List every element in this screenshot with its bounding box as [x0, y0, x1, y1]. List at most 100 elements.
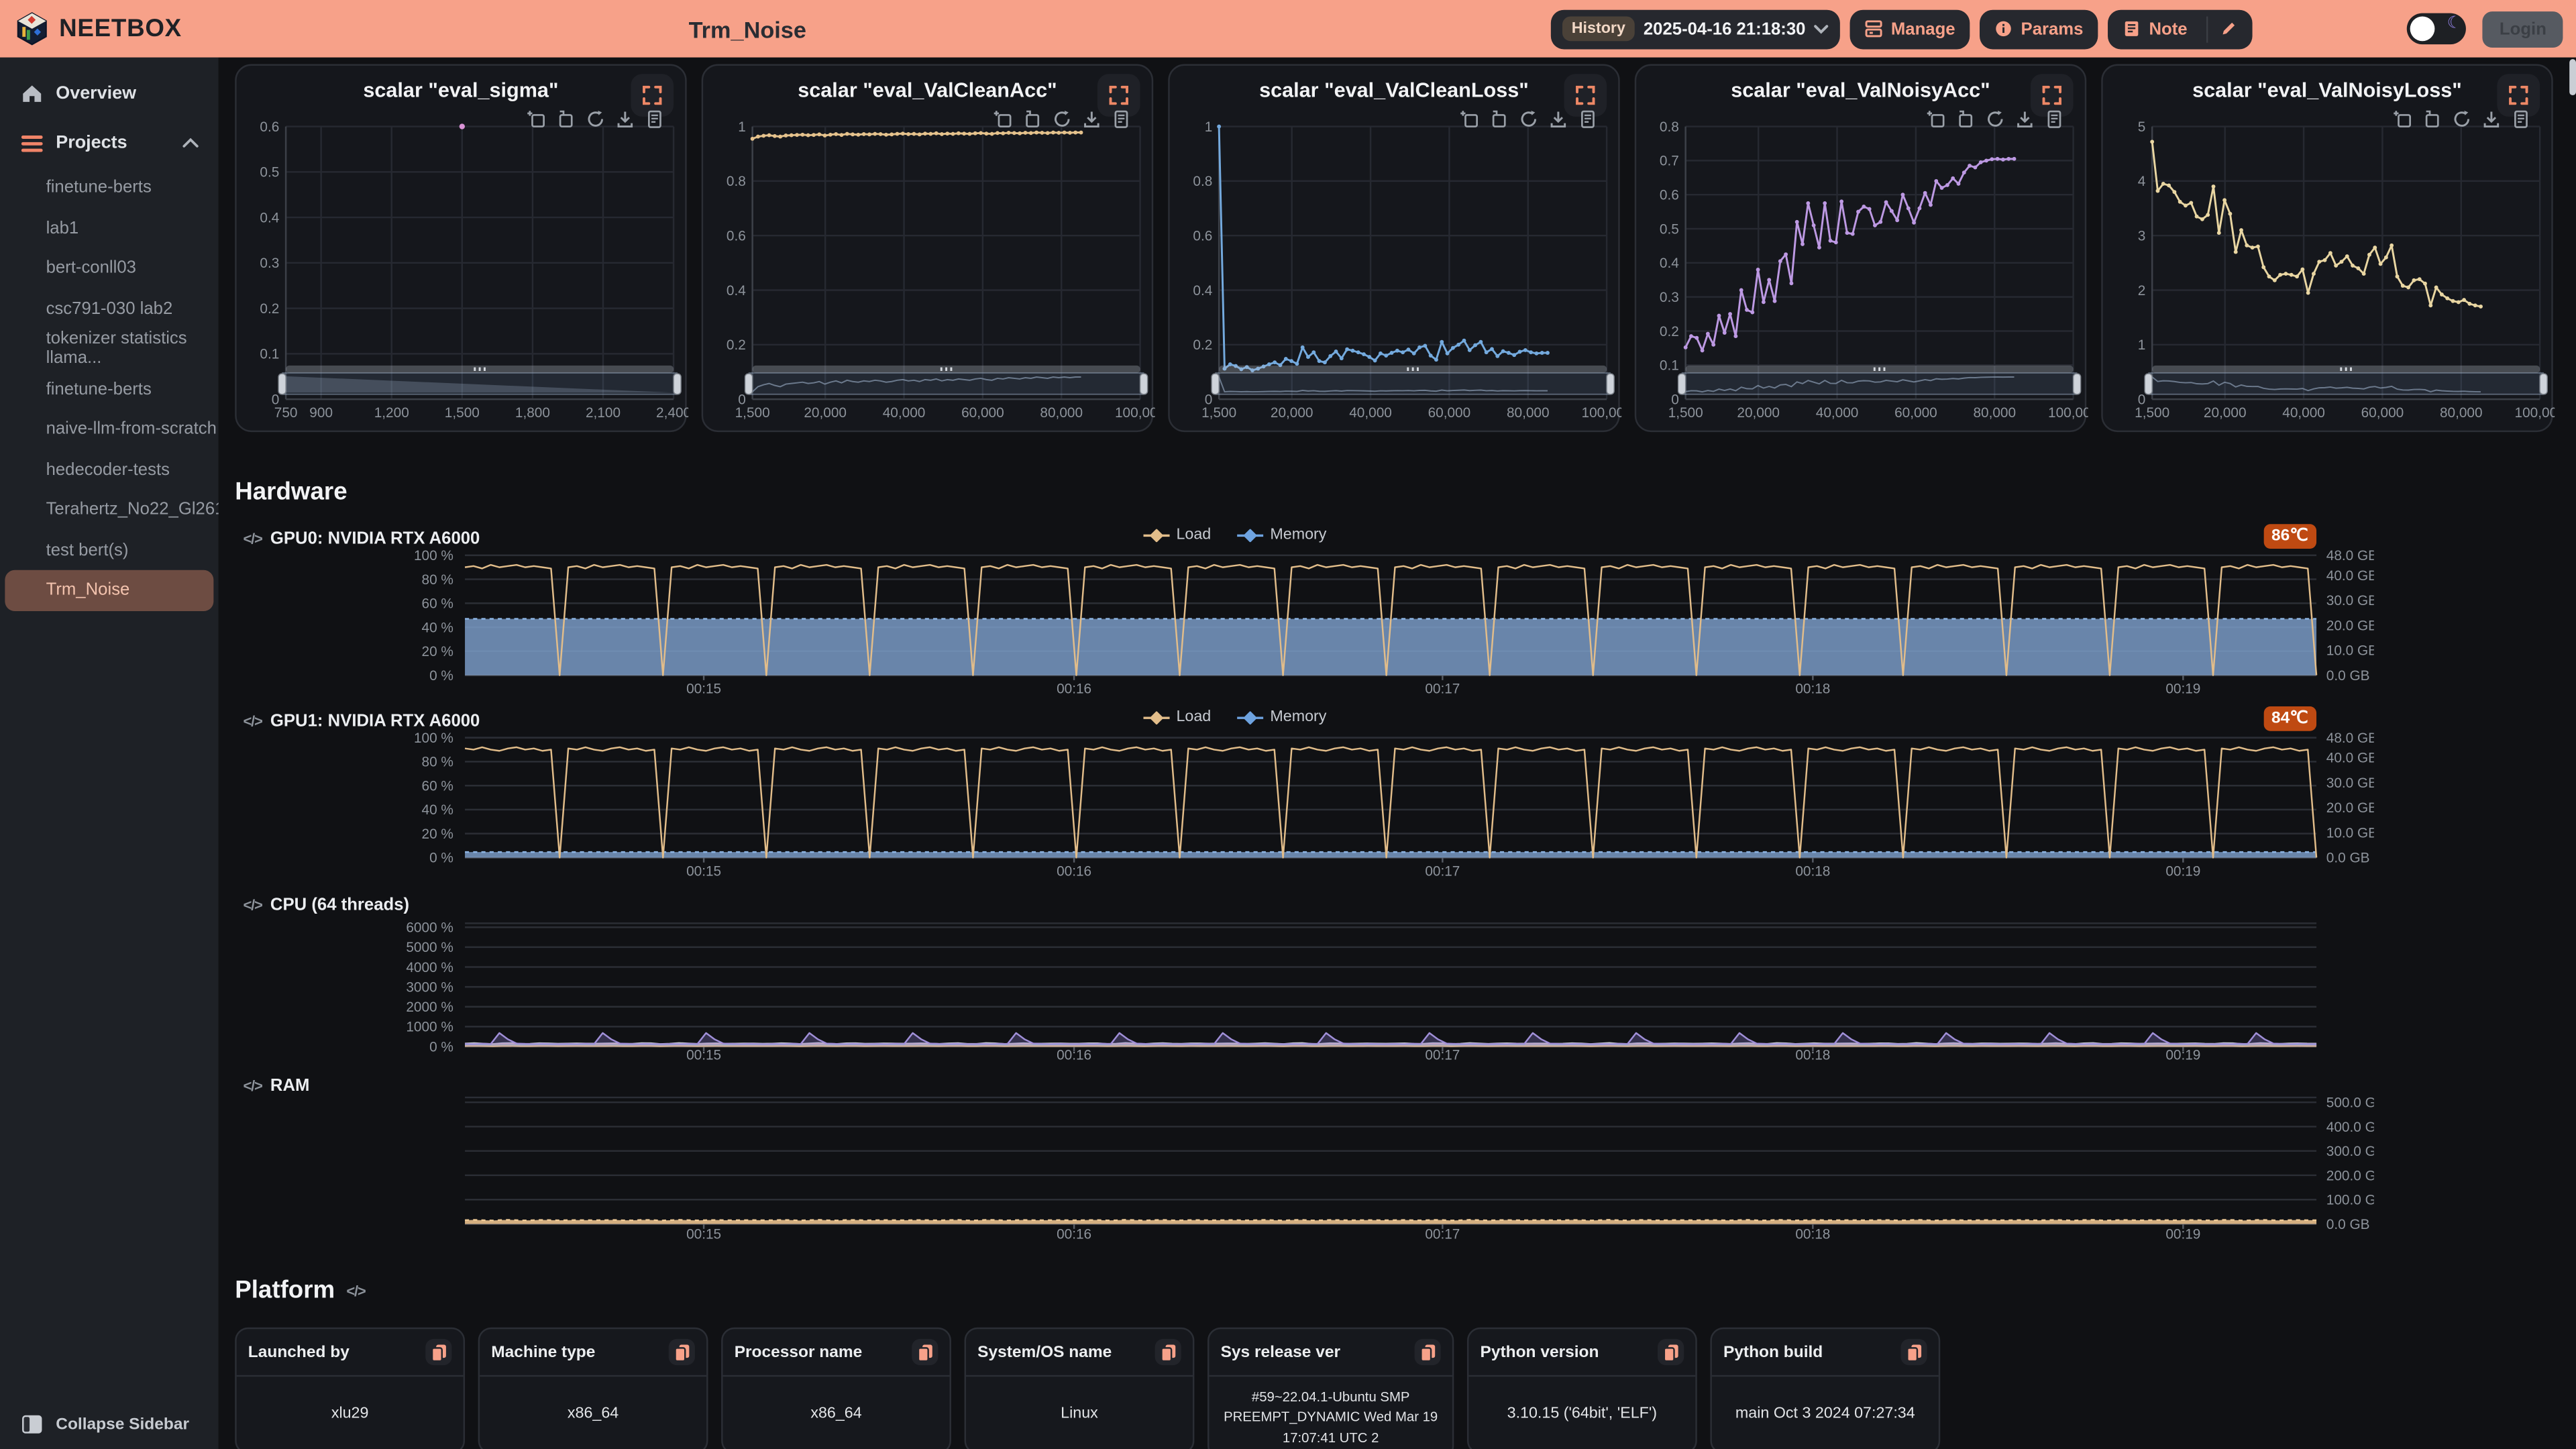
hardware-section-title: Hardware — [235, 478, 347, 506]
gpu1-chart[interactable]: 0 %20 %40 %60 %80 %100 %0.0 GB10.0 GB20.… — [235, 731, 2374, 888]
svg-text:0.6: 0.6 — [727, 229, 746, 244]
brand[interactable]: NEETBOX — [15, 0, 182, 58]
slider-handle-left[interactable] — [278, 374, 286, 394]
download-icon[interactable] — [2482, 110, 2500, 128]
sidebar-item-project[interactable]: finetune-berts — [0, 168, 219, 208]
svg-text:20 %: 20 % — [422, 644, 453, 659]
copy-button[interactable] — [425, 1339, 451, 1365]
copy-button[interactable] — [1415, 1339, 1441, 1365]
legend-item-load[interactable]: Load — [1143, 708, 1211, 727]
legend-item-load[interactable]: Load — [1143, 526, 1211, 544]
sidebar-item-overview[interactable]: Overview — [0, 74, 219, 113]
zoom-select-icon[interactable] — [1927, 110, 1945, 128]
svg-text:2: 2 — [2138, 283, 2146, 299]
download-icon[interactable] — [616, 110, 634, 128]
slider-handle-right[interactable] — [1607, 374, 1614, 394]
sidebar-item-project[interactable]: csc791-030 lab2 — [0, 288, 219, 329]
download-icon[interactable] — [1549, 110, 1567, 128]
history-dropdown[interactable]: History 2025-04-16 21:18:30 — [1550, 9, 1840, 48]
zoom-reset-icon[interactable] — [2423, 110, 2441, 128]
data-log-icon[interactable] — [1112, 110, 1130, 128]
collapse-sidebar-button[interactable]: Collapse Sidebar — [0, 1415, 240, 1434]
login-button[interactable]: Login — [2483, 11, 2563, 47]
slider-handle-right[interactable] — [2074, 374, 2081, 394]
zoom-reset-icon[interactable] — [1957, 110, 1975, 128]
svg-text:0: 0 — [272, 392, 280, 407]
svg-text:5000 %: 5000 % — [406, 940, 453, 955]
data-log-icon[interactable] — [2512, 110, 2530, 128]
svg-text:0.6: 0.6 — [1660, 188, 1679, 203]
zoom-select-icon[interactable] — [2394, 110, 2412, 128]
download-icon[interactable] — [2016, 110, 2034, 128]
svg-text:40,000: 40,000 — [2282, 405, 2325, 421]
data-log-icon[interactable] — [2045, 110, 2063, 128]
svg-text:200.0 GB: 200.0 GB — [2326, 1168, 2374, 1183]
slider-handle-right[interactable] — [674, 374, 681, 394]
theme-toggle[interactable]: ☾ — [2408, 13, 2467, 45]
svg-text:100.0 GB: 100.0 GB — [2326, 1193, 2374, 1208]
platform-card-header: Launched by — [237, 1329, 464, 1377]
sidebar-item-project[interactable]: lab1 — [0, 208, 219, 248]
history-label: History — [1562, 16, 1635, 41]
slider-handle-right[interactable] — [2540, 374, 2547, 394]
params-button[interactable]: Params — [1980, 9, 2098, 48]
manage-icon — [1865, 19, 1883, 38]
ram-chart[interactable]: 0.0 GB100.0 GB200.0 GB300.0 GB400.0 GB50… — [235, 1091, 2374, 1250]
slider-handle-left[interactable] — [1212, 374, 1219, 394]
refresh-icon[interactable] — [586, 110, 604, 128]
chart-toolbar — [1460, 110, 1597, 128]
copy-button[interactable] — [1658, 1339, 1684, 1365]
refresh-icon[interactable] — [1986, 110, 2004, 128]
copy-button[interactable] — [1155, 1339, 1181, 1365]
platform-card-value: xlu29 — [237, 1377, 464, 1449]
manage-button[interactable]: Manage — [1850, 9, 1970, 48]
slider-handle-left[interactable] — [745, 374, 753, 394]
note-button[interactable]: Note — [2108, 9, 2253, 48]
legend-item-memory[interactable]: Memory — [1237, 526, 1326, 544]
slider-handle-left[interactable] — [1678, 374, 1686, 394]
legend-item-memory[interactable]: Memory — [1237, 708, 1326, 727]
slider-handle-right[interactable] — [1140, 374, 1148, 394]
sidebar-item-project[interactable]: test bert(s) — [0, 530, 219, 570]
sidebar-group-projects[interactable]: Projects — [0, 123, 219, 163]
sidebar-item-project[interactable]: naive-llm-from-scratch — [0, 409, 219, 449]
data-log-icon[interactable] — [1578, 110, 1597, 128]
sidebar-item-project[interactable]: Terahertz_No22_Gl261_gl... — [0, 490, 219, 530]
download-icon[interactable] — [1083, 110, 1101, 128]
copy-button[interactable] — [1900, 1339, 1927, 1365]
sidebar-item-project[interactable]: finetune-berts — [0, 369, 219, 409]
sidebar-item-project[interactable]: bert-conll03 — [0, 248, 219, 288]
platform-card-label: Launched by — [248, 1343, 350, 1361]
slider-selection[interactable] — [1682, 373, 2077, 394]
refresh-icon[interactable] — [1519, 110, 1538, 128]
zoom-reset-icon[interactable] — [1024, 110, 1042, 128]
hw-device-name: GPU1: NVIDIA RTX A6000 — [270, 711, 480, 731]
load-legend-marker-icon — [1143, 528, 1169, 541]
zoom-reset-icon[interactable] — [557, 110, 575, 128]
app: NEETBOX Trm_Noise History 2025-04-16 21:… — [0, 0, 2576, 1449]
gpu0-chart[interactable]: 0 %20 %40 %60 %80 %100 %0.0 GB10.0 GB20.… — [235, 549, 2374, 705]
sidebar-item-project[interactable]: hedecoder-tests — [0, 449, 219, 490]
projects-menu-icon — [21, 134, 43, 152]
cpu-chart[interactable]: 0 %1000 %2000 %3000 %4000 %5000 %6000 %0… — [235, 917, 2374, 1073]
scrollbar-thumb[interactable] — [2569, 59, 2576, 95]
svg-text:0.0 GB: 0.0 GB — [2326, 851, 2370, 866]
svg-text:00:15: 00:15 — [686, 681, 721, 696]
sidebar-item-project[interactable]: Trm_Noise — [5, 570, 213, 610]
copy-button[interactable] — [912, 1339, 938, 1365]
zoom-select-icon[interactable] — [527, 110, 545, 128]
svg-text:00:16: 00:16 — [1057, 863, 1091, 879]
svg-text:100,000: 100,000 — [2048, 405, 2088, 421]
home-icon — [21, 84, 43, 103]
data-log-icon[interactable] — [645, 110, 663, 128]
edit-pencil-icon[interactable] — [2220, 19, 2239, 38]
slider-handle-left[interactable] — [2145, 374, 2152, 394]
zoom-reset-icon[interactable] — [1490, 110, 1508, 128]
zoom-select-icon[interactable] — [1460, 110, 1479, 128]
sidebar-item-project[interactable]: tokenizer statistics llama... — [0, 329, 219, 369]
zoom-select-icon[interactable] — [994, 110, 1012, 128]
copy-button[interactable] — [669, 1339, 695, 1365]
refresh-icon[interactable] — [1053, 110, 1071, 128]
refresh-icon[interactable] — [2453, 110, 2471, 128]
svg-text:60,000: 60,000 — [2361, 405, 2404, 421]
